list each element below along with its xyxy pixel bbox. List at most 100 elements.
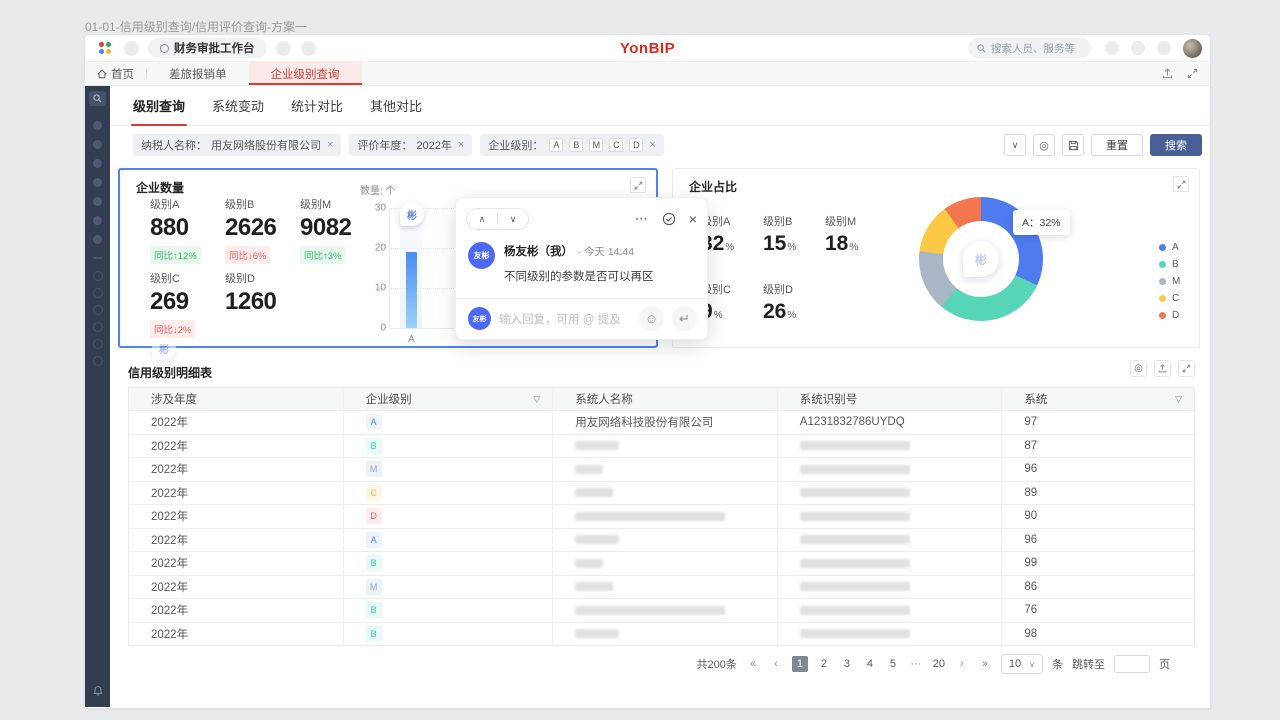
save-plan-button[interactable] bbox=[1062, 134, 1084, 156]
resolve-check-icon[interactable] bbox=[662, 212, 676, 226]
pager-page-2[interactable]: 2 bbox=[817, 658, 831, 670]
expand-filters-button[interactable]: ∨ bbox=[1004, 134, 1026, 156]
donut-comment-pin[interactable]: 彬 bbox=[963, 241, 999, 277]
sidenav-item-icon[interactable] bbox=[93, 235, 102, 244]
sidenav-search-button[interactable] bbox=[89, 91, 106, 106]
sidenav-item-icon[interactable] bbox=[93, 322, 103, 332]
pager-arrow[interactable]: ‹ bbox=[769, 658, 783, 670]
sidenav-item-icon[interactable] bbox=[93, 356, 103, 366]
table-row[interactable]: 2022年B76 bbox=[129, 599, 1194, 623]
table-row[interactable]: 2022年M96 bbox=[129, 458, 1194, 482]
sidenav-item-icon[interactable] bbox=[93, 305, 103, 315]
header-action-icon[interactable] bbox=[1131, 41, 1145, 55]
sidenav-item-icon[interactable] bbox=[93, 197, 102, 206]
chip-close-icon[interactable]: × bbox=[327, 139, 333, 151]
stat-value: 18% bbox=[825, 232, 905, 256]
legend-item-A[interactable]: A bbox=[1159, 239, 1180, 256]
legend-item-C[interactable]: C bbox=[1159, 290, 1180, 307]
sidenav-item-icon[interactable] bbox=[93, 339, 103, 349]
page-tab-其他对比[interactable]: 其他对比 bbox=[370, 86, 422, 126]
legend-item-B[interactable]: B bbox=[1159, 256, 1180, 273]
donut-tooltip: A：32% bbox=[1013, 210, 1070, 235]
table-row[interactable]: 2022年A96 bbox=[129, 529, 1194, 553]
global-search-input[interactable]: 搜索人员、服务等 bbox=[968, 38, 1091, 58]
nav-placeholder-icon[interactable] bbox=[301, 41, 316, 56]
global-search-placeholder: 搜索人员、服务等 bbox=[991, 41, 1075, 56]
pager-arrow[interactable]: » bbox=[978, 658, 992, 670]
table-row[interactable]: 2022年B99 bbox=[129, 552, 1194, 576]
card-expand-icon[interactable] bbox=[1173, 176, 1189, 192]
workspace-pill[interactable]: 财务审批工作台 bbox=[148, 38, 267, 58]
window-tab-差旅报销单[interactable]: 差旅报销单 bbox=[147, 62, 249, 85]
window-tab-企业级别查询[interactable]: 企业级别查询 bbox=[249, 62, 362, 85]
stat-tile: 级别C269同比↓2% bbox=[150, 270, 225, 338]
next-comment-button[interactable]: ∨ bbox=[498, 214, 528, 225]
page-tab-系统变动[interactable]: 系统变动 bbox=[212, 86, 264, 126]
pager-arrow[interactable]: › bbox=[955, 658, 969, 670]
table-row[interactable]: 2022年C89 bbox=[129, 482, 1194, 506]
sidenav-item-icon[interactable] bbox=[93, 121, 102, 130]
filter-chip[interactable]: 纳税人名称：用友网络股份有限公司× bbox=[133, 134, 341, 156]
reply-input[interactable]: 输入回复，可用 @ 提及 bbox=[499, 311, 631, 327]
pager-page-20[interactable]: 20 bbox=[932, 658, 946, 670]
user-avatar[interactable] bbox=[1183, 39, 1202, 58]
pager-page-4[interactable]: 4 bbox=[863, 658, 877, 670]
reset-button[interactable]: 重置 bbox=[1091, 134, 1143, 156]
header-action-icon[interactable] bbox=[1105, 41, 1119, 55]
filter-settings-button[interactable]: ◎ bbox=[1033, 134, 1055, 156]
table-export-button[interactable] bbox=[1154, 360, 1171, 377]
comment-pin[interactable]: 彬 bbox=[400, 202, 424, 226]
send-reply-button[interactable]: ↵ bbox=[672, 306, 697, 331]
sidenav-item-icon[interactable] bbox=[93, 140, 102, 149]
filter-icon[interactable]: ▽ bbox=[533, 394, 540, 405]
pager-page-3[interactable]: 3 bbox=[840, 658, 854, 670]
legend-item-D[interactable]: D bbox=[1159, 307, 1180, 324]
pager-arrow[interactable]: ··· bbox=[909, 658, 923, 670]
table-row[interactable]: 2022年B87 bbox=[129, 435, 1194, 459]
table-row[interactable]: 2022年M86 bbox=[129, 576, 1194, 600]
pager-page-5[interactable]: 5 bbox=[886, 658, 900, 670]
bar-A[interactable] bbox=[406, 252, 417, 328]
header-action-icon[interactable] bbox=[1157, 41, 1171, 55]
jump-page-input[interactable] bbox=[1114, 655, 1150, 673]
sidenav-item-icon[interactable] bbox=[93, 216, 102, 225]
filter-icon[interactable]: ▽ bbox=[1175, 394, 1182, 405]
sidenav-item-icon[interactable] bbox=[93, 178, 102, 187]
search-button[interactable]: 搜索 bbox=[1150, 134, 1202, 156]
table-fullscreen-button[interactable] bbox=[1178, 360, 1195, 377]
app-logo-icon[interactable] bbox=[99, 42, 111, 54]
comment-pin-faded[interactable]: 彬 bbox=[152, 336, 176, 360]
page-tab-级别查询[interactable]: 级别查询 bbox=[133, 86, 185, 126]
sidenav-item-icon[interactable] bbox=[93, 288, 103, 298]
notifications-bell-icon[interactable] bbox=[92, 685, 104, 697]
fullscreen-icon[interactable] bbox=[1187, 68, 1198, 79]
header-label: 企业级别 bbox=[366, 391, 412, 407]
page-size-select[interactable]: 10 ∨ bbox=[1001, 654, 1043, 674]
cell-score: 98 bbox=[1002, 623, 1194, 646]
tab-home[interactable]: 首页 bbox=[85, 62, 146, 85]
nav-placeholder-icon[interactable] bbox=[124, 41, 139, 56]
page-tab-统计对比[interactable]: 统计对比 bbox=[291, 86, 343, 126]
company-ratio-card[interactable]: 企业占比 级别A32%级别B15%级别M18%级别C9%级别D26% 彬 A：3… bbox=[672, 168, 1200, 348]
sidenav-item-icon[interactable] bbox=[93, 271, 103, 281]
sidenav-item-icon[interactable] bbox=[93, 159, 102, 168]
close-icon[interactable]: × bbox=[689, 211, 697, 227]
export-icon[interactable] bbox=[1162, 68, 1173, 79]
table-row[interactable]: 2022年D90 bbox=[129, 505, 1194, 529]
more-icon[interactable]: ⋯ bbox=[635, 211, 649, 227]
pager-arrow[interactable]: « bbox=[746, 658, 760, 670]
legend-label: A bbox=[1172, 242, 1179, 253]
filter-chip[interactable]: 企业级别：ABMCD× bbox=[480, 134, 663, 156]
chip-close-icon[interactable]: × bbox=[458, 139, 464, 151]
table-row[interactable]: 2022年A用友网络科技股份有限公司A1231832786UYDQ97 bbox=[129, 411, 1194, 435]
emoji-button[interactable]: ☺ bbox=[639, 306, 664, 331]
filter-chip[interactable]: 评价年度：2022年× bbox=[349, 134, 472, 156]
legend-item-M[interactable]: M bbox=[1159, 273, 1180, 290]
pager-page-1[interactable]: 1 bbox=[792, 656, 808, 672]
prev-comment-button[interactable]: ∧ bbox=[467, 214, 497, 225]
nav-placeholder-icon[interactable] bbox=[276, 41, 291, 56]
table-row[interactable]: 2022年B98 bbox=[129, 623, 1194, 647]
table-settings-button[interactable]: ◎ bbox=[1130, 360, 1147, 377]
chip-close-icon[interactable]: × bbox=[649, 139, 655, 151]
cell-name: 用友网络科技股份有限公司 bbox=[553, 411, 778, 434]
